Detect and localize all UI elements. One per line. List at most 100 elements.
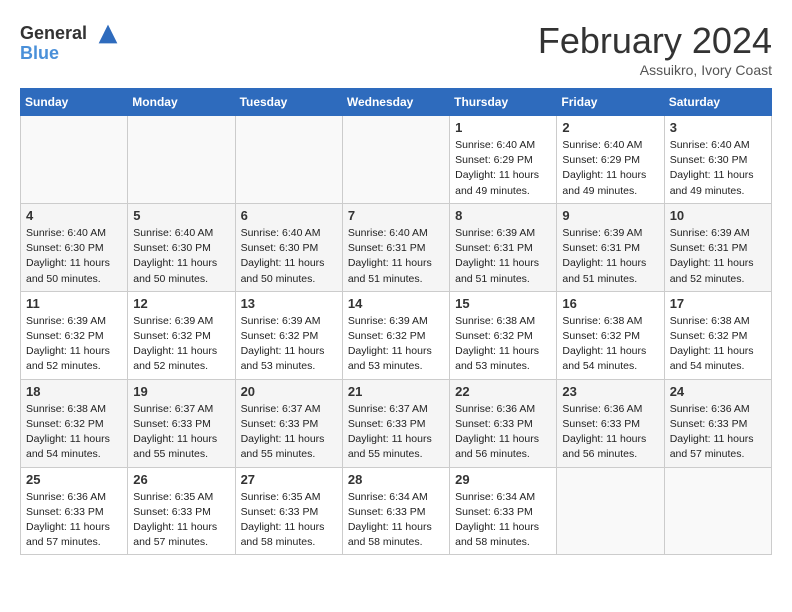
calendar-week-row: 1 Sunrise: 6:40 AM Sunset: 6:29 PM Daylig… <box>21 116 772 204</box>
calendar-cell: 14Sunrise: 6:39 AM Sunset: 6:32 PM Dayli… <box>342 291 449 379</box>
day-number: 10 <box>670 208 766 223</box>
day-info: Sunrise: 6:34 AM Sunset: 6:33 PM Dayligh… <box>348 490 444 551</box>
calendar-week-row: 25 Sunrise: 6:36 AM Sunset: 6:33 PM Dayli… <box>21 467 772 555</box>
day-info: Sunrise: 6:38 AM Sunset: 6:32 PM Dayligh… <box>455 314 551 375</box>
calendar-cell: 18Sunrise: 6:38 AM Sunset: 6:32 PM Dayli… <box>21 379 128 467</box>
calendar-cell: 9 Sunrise: 6:39 AM Sunset: 6:31 PM Daylig… <box>557 203 664 291</box>
calendar-cell: 23 Sunrise: 6:36 AM Sunset: 6:33 PM Dayli… <box>557 379 664 467</box>
month-title: February 2024 <box>538 20 772 62</box>
title-area: February 2024 Assuikro, Ivory Coast <box>538 20 772 78</box>
day-info: Sunrise: 6:34 AM Sunset: 6:33 PM Dayligh… <box>455 490 551 551</box>
calendar-cell: 22 Sunrise: 6:36 AM Sunset: 6:33 PM Dayli… <box>450 379 557 467</box>
calendar-week-row: 11 Sunrise: 6:39 AM Sunset: 6:32 PM Dayli… <box>21 291 772 379</box>
day-number: 27 <box>241 472 337 487</box>
calendar-cell: 20 Sunrise: 6:37 AM Sunset: 6:33 PM Dayli… <box>235 379 342 467</box>
calendar-cell: 3 Sunrise: 6:40 AM Sunset: 6:30 PM Daylig… <box>664 116 771 204</box>
day-info: Sunrise: 6:36 AM Sunset: 6:33 PM Dayligh… <box>670 402 766 463</box>
day-number: 2 <box>562 120 658 135</box>
calendar-cell: 21 Sunrise: 6:37 AM Sunset: 6:33 PM Dayli… <box>342 379 449 467</box>
day-info: Sunrise: 6:40 AM Sunset: 6:31 PM Dayligh… <box>348 226 444 287</box>
day-info: Sunrise: 6:40 AM Sunset: 6:29 PM Dayligh… <box>562 138 658 199</box>
calendar-cell: 24 Sunrise: 6:36 AM Sunset: 6:33 PM Dayli… <box>664 379 771 467</box>
day-number: 24 <box>670 384 766 399</box>
day-info: Sunrise: 6:39 AM Sunset: 6:32 PM Dayligh… <box>133 314 229 375</box>
calendar-cell: 2 Sunrise: 6:40 AM Sunset: 6:29 PM Daylig… <box>557 116 664 204</box>
day-info: Sunrise: 6:36 AM Sunset: 6:33 PM Dayligh… <box>455 402 551 463</box>
day-number: 23 <box>562 384 658 399</box>
day-info: Sunrise: 6:39 AM Sunset: 6:32 PM Dayligh… <box>26 314 122 375</box>
calendar-cell: 11 Sunrise: 6:39 AM Sunset: 6:32 PM Dayli… <box>21 291 128 379</box>
header: General Blue February 2024 Assuikro, Ivo… <box>20 20 772 78</box>
calendar-cell <box>557 467 664 555</box>
day-number: 3 <box>670 120 766 135</box>
day-info: Sunrise: 6:40 AM Sunset: 6:29 PM Dayligh… <box>455 138 551 199</box>
day-info: Sunrise: 6:39 AM Sunset: 6:31 PM Dayligh… <box>562 226 658 287</box>
calendar-cell: 28 Sunrise: 6:34 AM Sunset: 6:33 PM Dayli… <box>342 467 449 555</box>
day-info: Sunrise: 6:35 AM Sunset: 6:33 PM Dayligh… <box>241 490 337 551</box>
calendar-cell <box>664 467 771 555</box>
day-number: 4 <box>26 208 122 223</box>
day-info: Sunrise: 6:37 AM Sunset: 6:33 PM Dayligh… <box>133 402 229 463</box>
calendar-header-row: SundayMondayTuesdayWednesdayThursdayFrid… <box>21 89 772 116</box>
day-number: 20 <box>241 384 337 399</box>
calendar-table: SundayMondayTuesdayWednesdayThursdayFrid… <box>20 88 772 555</box>
column-header-friday: Friday <box>557 89 664 116</box>
calendar-cell: 29 Sunrise: 6:34 AM Sunset: 6:33 PM Dayli… <box>450 467 557 555</box>
day-number: 29 <box>455 472 551 487</box>
calendar-cell: 6 Sunrise: 6:40 AM Sunset: 6:30 PM Daylig… <box>235 203 342 291</box>
calendar-cell <box>342 116 449 204</box>
calendar-cell: 12 Sunrise: 6:39 AM Sunset: 6:32 PM Dayli… <box>128 291 235 379</box>
day-number: 22 <box>455 384 551 399</box>
day-info: Sunrise: 6:36 AM Sunset: 6:33 PM Dayligh… <box>26 490 122 551</box>
day-number: 6 <box>241 208 337 223</box>
day-number: 1 <box>455 120 551 135</box>
column-header-sunday: Sunday <box>21 89 128 116</box>
column-header-monday: Monday <box>128 89 235 116</box>
day-number: 18 <box>26 384 122 399</box>
calendar-cell: 8Sunrise: 6:39 AM Sunset: 6:31 PM Daylig… <box>450 203 557 291</box>
calendar-week-row: 4 Sunrise: 6:40 AM Sunset: 6:30 PM Daylig… <box>21 203 772 291</box>
calendar-cell: 27 Sunrise: 6:35 AM Sunset: 6:33 PM Dayli… <box>235 467 342 555</box>
day-number: 8 <box>455 208 551 223</box>
day-number: 12 <box>133 296 229 311</box>
day-info: Sunrise: 6:37 AM Sunset: 6:33 PM Dayligh… <box>241 402 337 463</box>
day-number: 15 <box>455 296 551 311</box>
column-header-thursday: Thursday <box>450 89 557 116</box>
calendar-cell <box>21 116 128 204</box>
calendar-cell: 17Sunrise: 6:38 AM Sunset: 6:32 PM Dayli… <box>664 291 771 379</box>
day-number: 7 <box>348 208 444 223</box>
calendar-cell <box>235 116 342 204</box>
calendar-cell: 26Sunrise: 6:35 AM Sunset: 6:33 PM Dayli… <box>128 467 235 555</box>
calendar-cell: 16 Sunrise: 6:38 AM Sunset: 6:32 PM Dayli… <box>557 291 664 379</box>
calendar-cell: 19 Sunrise: 6:37 AM Sunset: 6:33 PM Dayli… <box>128 379 235 467</box>
day-number: 5 <box>133 208 229 223</box>
calendar-cell: 10 Sunrise: 6:39 AM Sunset: 6:31 PM Dayli… <box>664 203 771 291</box>
calendar-week-row: 18Sunrise: 6:38 AM Sunset: 6:32 PM Dayli… <box>21 379 772 467</box>
day-number: 11 <box>26 296 122 311</box>
day-info: Sunrise: 6:37 AM Sunset: 6:33 PM Dayligh… <box>348 402 444 463</box>
day-number: 19 <box>133 384 229 399</box>
day-info: Sunrise: 6:38 AM Sunset: 6:32 PM Dayligh… <box>562 314 658 375</box>
day-info: Sunrise: 6:39 AM Sunset: 6:32 PM Dayligh… <box>241 314 337 375</box>
day-info: Sunrise: 6:40 AM Sunset: 6:30 PM Dayligh… <box>133 226 229 287</box>
day-number: 16 <box>562 296 658 311</box>
column-header-saturday: Saturday <box>664 89 771 116</box>
day-number: 13 <box>241 296 337 311</box>
column-header-wednesday: Wednesday <box>342 89 449 116</box>
calendar-cell <box>128 116 235 204</box>
day-info: Sunrise: 6:40 AM Sunset: 6:30 PM Dayligh… <box>241 226 337 287</box>
calendar-cell: 15 Sunrise: 6:38 AM Sunset: 6:32 PM Dayli… <box>450 291 557 379</box>
calendar-cell: 25 Sunrise: 6:36 AM Sunset: 6:33 PM Dayli… <box>21 467 128 555</box>
day-info: Sunrise: 6:35 AM Sunset: 6:33 PM Dayligh… <box>133 490 229 551</box>
day-number: 21 <box>348 384 444 399</box>
column-header-tuesday: Tuesday <box>235 89 342 116</box>
day-info: Sunrise: 6:40 AM Sunset: 6:30 PM Dayligh… <box>26 226 122 287</box>
calendar-cell: 1 Sunrise: 6:40 AM Sunset: 6:29 PM Daylig… <box>450 116 557 204</box>
day-number: 28 <box>348 472 444 487</box>
day-info: Sunrise: 6:40 AM Sunset: 6:30 PM Dayligh… <box>670 138 766 199</box>
day-number: 25 <box>26 472 122 487</box>
day-info: Sunrise: 6:36 AM Sunset: 6:33 PM Dayligh… <box>562 402 658 463</box>
day-number: 9 <box>562 208 658 223</box>
day-info: Sunrise: 6:39 AM Sunset: 6:31 PM Dayligh… <box>670 226 766 287</box>
day-info: Sunrise: 6:38 AM Sunset: 6:32 PM Dayligh… <box>670 314 766 375</box>
